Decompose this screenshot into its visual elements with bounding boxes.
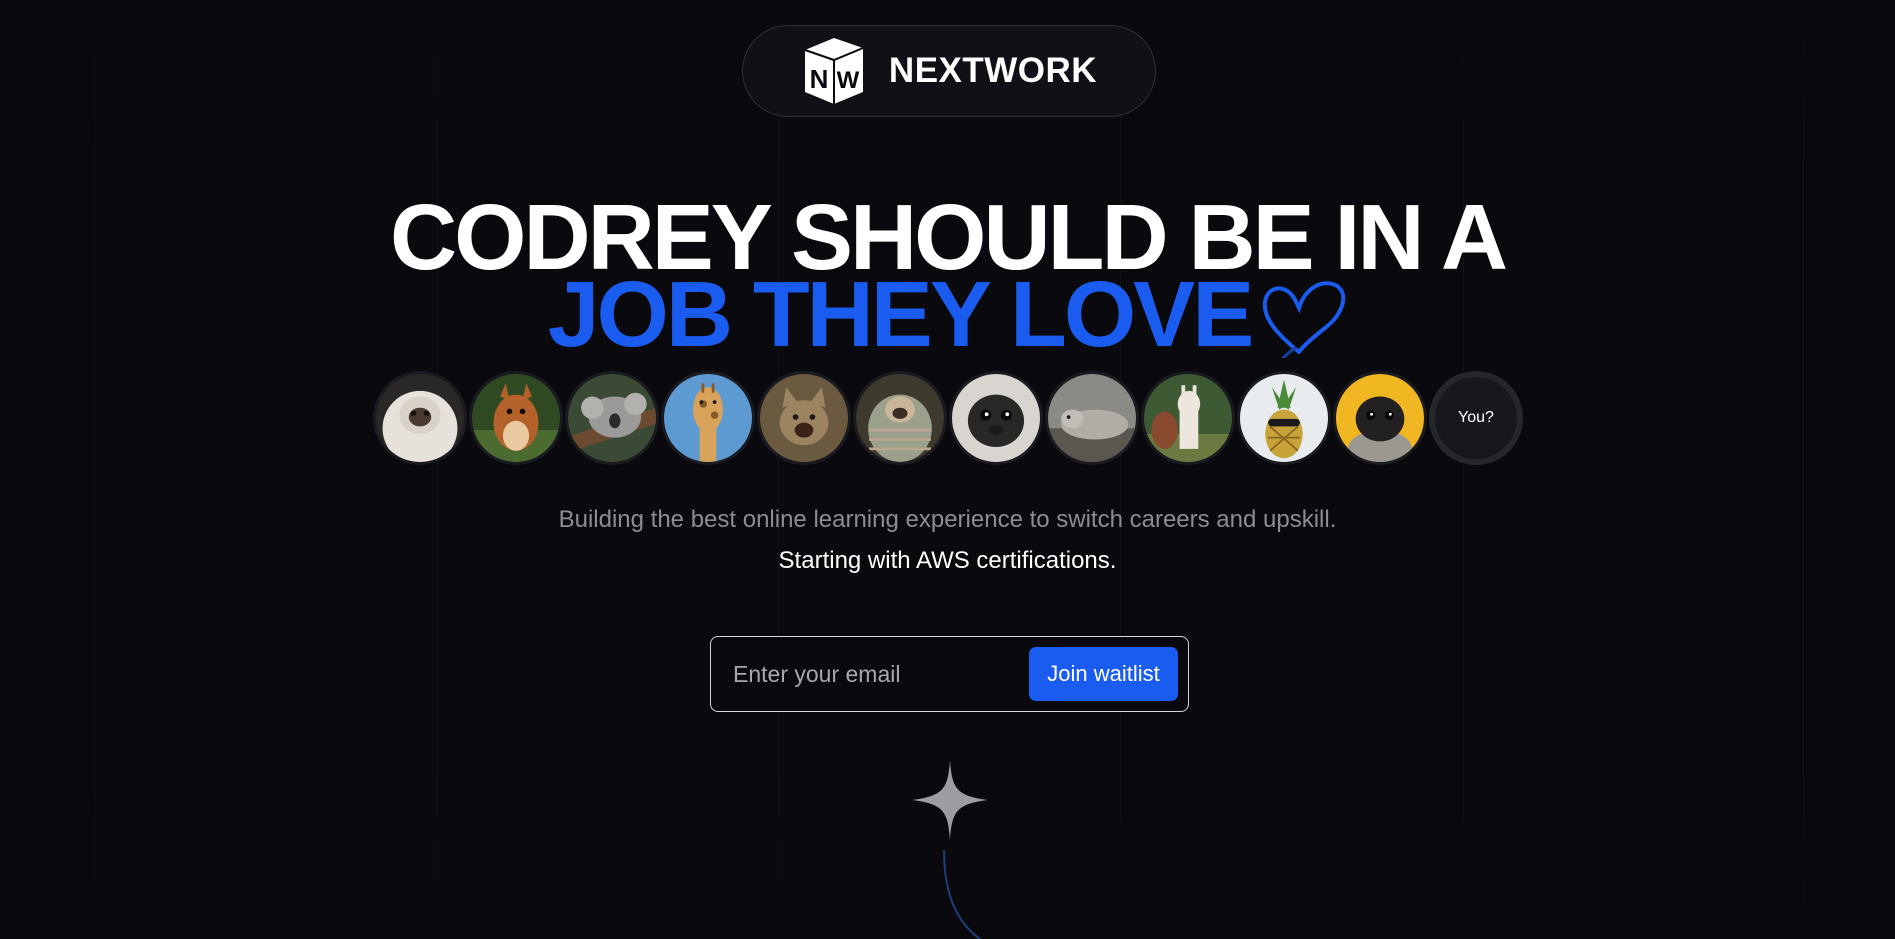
avatar-row: You?	[373, 371, 1523, 465]
heart-icon	[1263, 281, 1346, 358]
grid-line	[1803, 0, 1804, 939]
pineapple-avatar	[1237, 371, 1331, 465]
pug-blanket-avatar	[853, 371, 947, 465]
sparkle-icon	[912, 760, 988, 840]
grid-line	[1120, 0, 1121, 939]
seal-avatar	[1045, 371, 1139, 465]
headline-line-2-row: JOB THEY LOVE	[0, 268, 1895, 361]
you-avatar: You?	[1429, 371, 1523, 465]
join-waitlist-button[interactable]: Join waitlist	[1029, 647, 1178, 701]
grid-line	[1463, 0, 1464, 939]
brand-logo-pill[interactable]: N W NEXTWORK	[742, 25, 1156, 117]
waitlist-form: Join waitlist	[710, 636, 1189, 712]
email-input[interactable]	[733, 660, 1029, 688]
brand-name: NEXTWORK	[888, 51, 1098, 90]
logo-letter-w: W	[837, 67, 860, 94]
grid-line	[94, 0, 95, 939]
logo-letter-n: N	[810, 64, 829, 94]
landing-page: N W NEXTWORK CODREY SHOULD BE IN A JOB T…	[0, 0, 1895, 939]
subtitle-line-2: Starting with AWS certifications.	[778, 547, 1117, 574]
fluffy-monkey-avatar	[373, 371, 467, 465]
headline-line-2-wrap: JOB THEY LOVE	[548, 268, 1346, 361]
grid-line	[437, 0, 438, 939]
cube-logo-icon: N W	[804, 38, 864, 104]
pug-yellow-avatar	[1333, 371, 1427, 465]
squirrel-avatar	[469, 371, 563, 465]
llama-avatar	[1141, 371, 1235, 465]
koala-avatar	[565, 371, 659, 465]
giraffe-avatar	[661, 371, 755, 465]
grid-line	[778, 0, 779, 939]
pug-face-avatar	[949, 371, 1043, 465]
decorative-curve	[943, 850, 981, 939]
headline-line-2: JOB THEY LOVE	[547, 262, 1254, 366]
cat-avatar	[757, 371, 851, 465]
subtitle-line-1: Building the best online learning experi…	[558, 506, 1337, 533]
